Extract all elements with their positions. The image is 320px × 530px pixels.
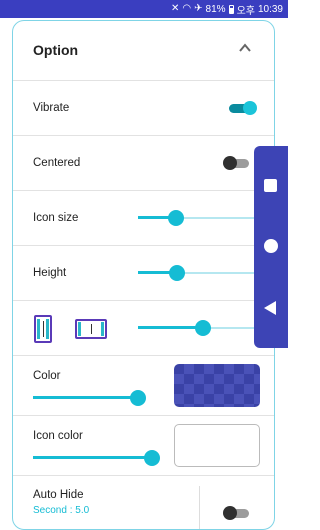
vibrate-row: Vibrate — [13, 81, 274, 136]
clock: 10:39 — [257, 3, 283, 15]
airplane-icon: ✈ — [194, 3, 203, 14]
mode-bar — [46, 319, 49, 339]
height-row: Height — [13, 246, 274, 301]
auto-hide-toggle[interactable] — [223, 506, 251, 520]
vibrate-toggle[interactable] — [229, 101, 257, 115]
am-pm-label: 오후 — [236, 5, 255, 17]
slider-thumb[interactable] — [129, 390, 146, 406]
vertical-mode-button[interactable] — [34, 315, 52, 343]
height-slider[interactable] — [138, 265, 268, 281]
toggle-knob — [223, 156, 237, 170]
icon-color-label: Icon color — [33, 430, 83, 442]
chevron-up-icon[interactable] — [238, 41, 252, 55]
floating-nav-bar[interactable] — [254, 146, 288, 348]
panel-title: Option — [33, 42, 79, 58]
options-card: Option Vibrate Centered Icon size Height — [12, 20, 275, 530]
slider-thumb[interactable] — [167, 210, 184, 226]
slider-thumb[interactable] — [143, 450, 160, 466]
back-triangle-icon[interactable] — [264, 301, 276, 315]
horizontal-mode-button[interactable] — [75, 319, 107, 339]
centered-label: Centered — [33, 157, 81, 169]
toggle-knob — [223, 506, 237, 520]
slider-fill — [138, 326, 203, 329]
icon-size-label: Icon size — [33, 212, 79, 224]
width-mode-row — [13, 301, 274, 356]
auto-hide-label: Auto Hide — [33, 489, 84, 501]
color-swatch[interactable] — [174, 364, 260, 407]
color-row: Color — [13, 356, 274, 416]
width-slider[interactable] — [138, 320, 268, 336]
icon-color-row: Icon color — [13, 416, 274, 476]
centered-toggle[interactable] — [223, 156, 251, 170]
auto-hide-row: Auto Hide Second : 5.0 — [13, 476, 274, 529]
icon-color-slider[interactable] — [33, 450, 160, 466]
slider-fill — [33, 456, 152, 459]
auto-hide-seconds[interactable]: Second : 5.0 — [33, 505, 89, 516]
divider — [199, 486, 200, 529]
square-icon[interactable] — [264, 179, 277, 192]
slider-fill — [33, 396, 138, 399]
vibrate-label: Vibrate — [33, 102, 70, 114]
icon-color-swatch[interactable] — [174, 424, 260, 467]
resize-arrow-icon — [43, 321, 44, 337]
mode-bar — [37, 319, 40, 339]
slider-thumb[interactable] — [195, 320, 211, 336]
mute-icon: ✕ — [171, 3, 180, 14]
icon-size-slider[interactable] — [138, 210, 268, 226]
slider-thumb[interactable] — [169, 265, 185, 281]
height-label: Height — [33, 267, 67, 279]
toggle-knob — [243, 101, 257, 115]
mode-bar — [101, 322, 104, 336]
mode-bar — [78, 322, 81, 336]
resize-arrow-icon — [91, 324, 92, 334]
battery-percent: 81% — [205, 3, 226, 15]
card-header[interactable]: Option — [13, 21, 274, 81]
circle-icon[interactable] — [264, 239, 278, 253]
color-slider[interactable] — [33, 390, 146, 406]
centered-row: Centered — [13, 136, 274, 191]
wifi-icon: ◠ — [182, 3, 192, 14]
status-bar: ✕ ◠ ✈ 81% 오후 10:39 — [0, 0, 288, 18]
icon-size-row: Icon size — [13, 191, 274, 246]
color-label: Color — [33, 370, 61, 382]
battery-icon — [228, 4, 234, 14]
